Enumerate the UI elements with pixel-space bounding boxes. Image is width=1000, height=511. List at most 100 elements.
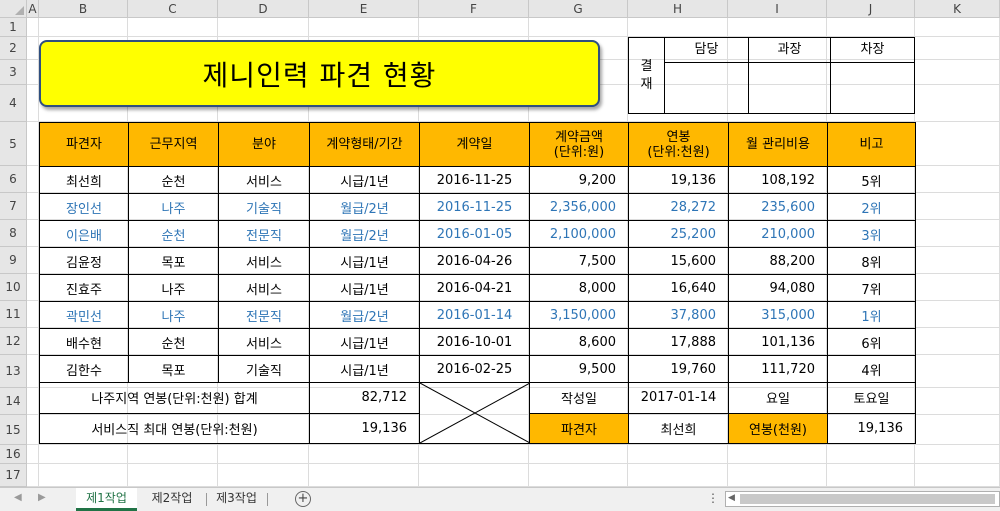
table-header-cell[interactable]: 연봉 (단위:천원) [628, 122, 729, 167]
column-header-k[interactable]: K [915, 0, 1000, 18]
table-cell[interactable]: 8,600 [529, 328, 629, 356]
table-cell[interactable]: 김한수 [39, 355, 129, 383]
row-header-16[interactable]: 16 [0, 445, 27, 464]
table-cell[interactable]: 목포 [128, 355, 219, 383]
table-cell[interactable]: 16,640 [628, 274, 729, 302]
column-header-f[interactable]: F [419, 0, 529, 18]
row-header-8[interactable]: 8 [0, 220, 27, 247]
row-header-4[interactable]: 4 [0, 85, 27, 122]
table-cell[interactable]: 1위 [827, 301, 916, 329]
table-cell[interactable]: 순천 [128, 328, 219, 356]
table-cell[interactable]: 315,000 [728, 301, 828, 329]
table-cell[interactable]: 월급/2년 [309, 193, 420, 221]
table-cell[interactable]: 시급/1년 [309, 328, 420, 356]
more-options-icon[interactable]: ⋮ [707, 491, 719, 505]
table-header-cell[interactable]: 분야 [218, 122, 310, 167]
column-header-b[interactable]: B [39, 0, 128, 18]
row-header-2[interactable]: 2 [0, 37, 27, 60]
table-cell[interactable]: 2016-04-26 [419, 247, 530, 275]
approval-sign-2[interactable] [749, 63, 831, 113]
table-cell[interactable]: 최선희 [39, 166, 129, 194]
table-cell[interactable]: 94,080 [728, 274, 828, 302]
summary-cell[interactable]: 나주지역 연봉(단위:천원) 합계 [39, 382, 310, 414]
spreadsheet-grid[interactable]: ABCDEFGHIJK 1 2 3 4 5 6 7 8 9 10 11 12 13 14 15 16 17 제니… [0, 0, 1000, 487]
column-header-c[interactable]: C [128, 0, 218, 18]
table-cell[interactable]: 2016-01-14 [419, 301, 530, 329]
table-cell[interactable]: 시급/1년 [309, 247, 420, 275]
summary-cell[interactable]: 19,136 [309, 412, 420, 444]
approval-head-3[interactable]: 차장 [831, 38, 914, 63]
table-cell[interactable]: 김윤정 [39, 247, 129, 275]
table-cell[interactable]: 2016-02-25 [419, 355, 530, 383]
row-header-11[interactable]: 11 [0, 301, 27, 328]
table-cell[interactable]: 2016-04-21 [419, 274, 530, 302]
table-cell[interactable]: 나주 [128, 301, 219, 329]
column-header-g[interactable]: G [529, 0, 628, 18]
table-cell[interactable]: 나주 [128, 274, 219, 302]
table-cell[interactable]: 월급/2년 [309, 220, 420, 248]
summary-cell[interactable]: 연봉(천원) [728, 412, 828, 444]
table-cell[interactable]: 2016-10-01 [419, 328, 530, 356]
approval-head-1[interactable]: 담당 [665, 38, 749, 63]
table-cell[interactable]: 서비스 [218, 166, 310, 194]
table-cell[interactable]: 2016-11-25 [419, 166, 530, 194]
row-header-1[interactable]: 1 [0, 18, 27, 37]
summary-cell[interactable]: 최선희 [628, 412, 729, 444]
add-sheet-icon[interactable]: + [295, 491, 311, 507]
table-cell[interactable]: 시급/1년 [309, 274, 420, 302]
table-cell[interactable]: 서비스 [218, 328, 310, 356]
approval-head-2[interactable]: 과장 [749, 38, 831, 63]
table-cell[interactable]: 111,720 [728, 355, 828, 383]
column-header-h[interactable]: H [628, 0, 728, 18]
table-cell[interactable]: 25,200 [628, 220, 729, 248]
row-header-15[interactable]: 15 [0, 415, 27, 445]
summary-cell[interactable]: 서비스직 최대 연봉(단위:천원) [39, 412, 310, 444]
row-header-13[interactable]: 13 [0, 355, 27, 388]
table-cell[interactable]: 2위 [827, 193, 916, 221]
approval-sign-3[interactable] [831, 63, 914, 113]
summary-cell[interactable]: 토요일 [827, 382, 916, 414]
table-cell[interactable]: 기술직 [218, 193, 310, 221]
horizontal-scrollbar[interactable]: ◀ [725, 491, 1000, 507]
table-cell[interactable]: 이은배 [39, 220, 129, 248]
table-cell[interactable]: 순천 [128, 166, 219, 194]
table-cell[interactable]: 7위 [827, 274, 916, 302]
table-cell[interactable]: 순천 [128, 220, 219, 248]
column-header-e[interactable]: E [309, 0, 419, 18]
table-cell[interactable]: 101,136 [728, 328, 828, 356]
tab-sheet3[interactable]: 제3작업 [209, 488, 264, 511]
approval-sign-1[interactable] [665, 63, 749, 113]
table-cell[interactable]: 5위 [827, 166, 916, 194]
table-cell[interactable]: 6위 [827, 328, 916, 356]
column-header-i[interactable]: I [728, 0, 827, 18]
table-header-cell[interactable]: 계약일 [419, 122, 530, 167]
table-cell[interactable]: 시급/1년 [309, 355, 420, 383]
table-cell[interactable]: 월급/2년 [309, 301, 420, 329]
table-cell[interactable]: 8,000 [529, 274, 629, 302]
table-cell[interactable]: 210,000 [728, 220, 828, 248]
table-cell[interactable]: 시급/1년 [309, 166, 420, 194]
summary-cell[interactable]: 요일 [728, 382, 828, 414]
summary-cell[interactable]: 2017-01-14 [628, 382, 729, 414]
row-header-5[interactable]: 5 [0, 122, 27, 166]
table-cell[interactable]: 장인선 [39, 193, 129, 221]
row-header-10[interactable]: 10 [0, 274, 27, 301]
column-header-d[interactable]: D [218, 0, 309, 18]
table-cell[interactable]: 88,200 [728, 247, 828, 275]
table-cell[interactable]: 3위 [827, 220, 916, 248]
table-header-cell[interactable]: 월 관리비용 [728, 122, 828, 167]
select-all-corner[interactable] [0, 0, 27, 18]
row-header-6[interactable]: 6 [0, 166, 27, 193]
tab-sheet1[interactable]: 제1작업 [76, 488, 137, 511]
summary-cell[interactable]: 82,712 [309, 382, 420, 414]
table-cell[interactable]: 배수현 [39, 328, 129, 356]
row-header-9[interactable]: 9 [0, 247, 27, 274]
table-cell[interactable]: 전문직 [218, 220, 310, 248]
row-header-12[interactable]: 12 [0, 328, 27, 355]
tab-sheet2[interactable]: 제2작업 [141, 488, 203, 511]
table-header-cell[interactable]: 근무지역 [128, 122, 219, 167]
summary-cell[interactable]: 작성일 [529, 382, 629, 414]
column-header-j[interactable]: J [827, 0, 915, 18]
summary-cell[interactable]: 파견자 [529, 412, 629, 444]
row-header-17[interactable]: 17 [0, 464, 27, 487]
